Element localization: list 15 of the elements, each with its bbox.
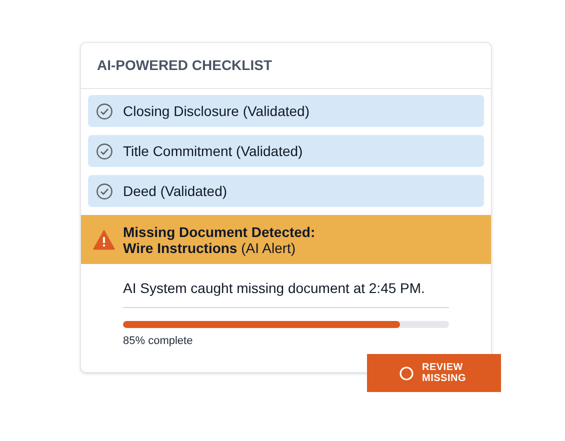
item-label: Title Commitment (Validated) — [123, 142, 303, 161]
review-missing-button[interactable]: REVIEW MISSING — [367, 354, 501, 392]
item-label: Closing Disclosure (Validated) — [123, 102, 310, 121]
alert-message: AI System caught missing document at 2:45 PM. — [123, 278, 449, 308]
button-label: REVIEW MISSING — [422, 362, 467, 384]
progress-reading: 85% complete — [123, 334, 194, 349]
warning-icon — [93, 230, 115, 250]
checklist-item[interactable]: Title Commitment (Validated) — [88, 135, 484, 167]
circle-icon — [399, 366, 414, 380]
item-label: Deed (Validated) — [123, 182, 228, 201]
alert-title: Missing Document Detected: — [123, 224, 316, 240]
alert-detail: Wire Instructions (AI Alert) — [123, 240, 297, 256]
checklist-item[interactable]: Deed (Validated) — [88, 175, 484, 207]
card-title: AI-POWERED CHECKLIST — [97, 56, 272, 75]
checklist-item[interactable]: Closing Disclosure (Validated) — [88, 95, 484, 127]
